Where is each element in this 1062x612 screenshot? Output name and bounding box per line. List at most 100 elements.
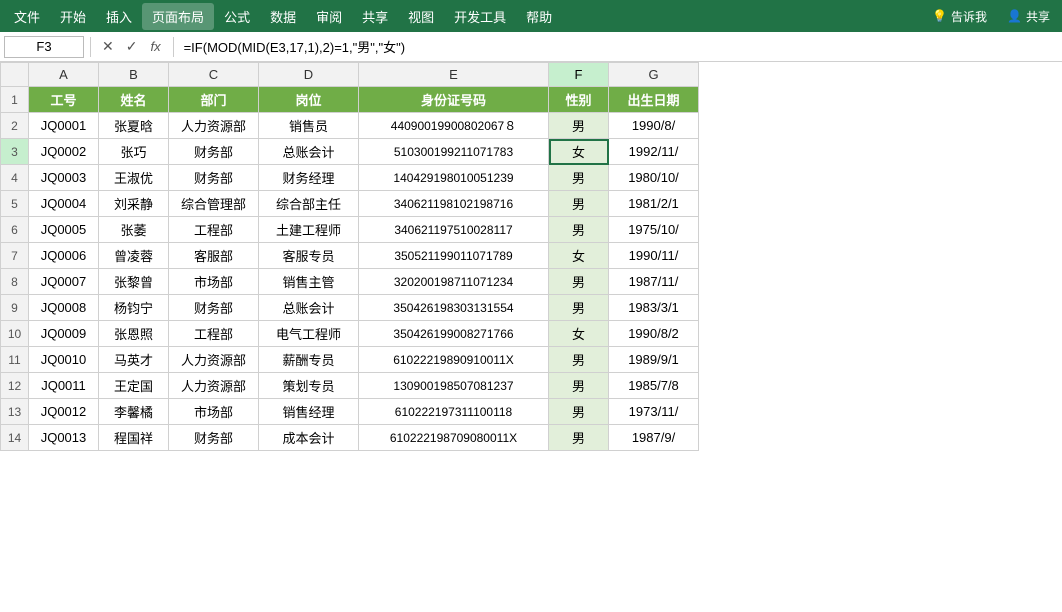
cell-F3[interactable]: 女 (549, 139, 609, 165)
cell-A11[interactable]: JQ0010 (29, 347, 99, 373)
cell-G3[interactable]: 1992/11/ (609, 139, 699, 165)
cell-F6[interactable]: 男 (549, 217, 609, 243)
cell-E3[interactable]: 510300199211071783 (359, 139, 549, 165)
cell-A5[interactable]: JQ0004 (29, 191, 99, 217)
cell-F12[interactable]: 男 (549, 373, 609, 399)
cell-D6[interactable]: 土建工程师 (259, 217, 359, 243)
cell-D14[interactable]: 成本会计 (259, 425, 359, 451)
cell-A7[interactable]: JQ0006 (29, 243, 99, 269)
cell-B8[interactable]: 张黎曾 (99, 269, 169, 295)
cell-F4[interactable]: 男 (549, 165, 609, 191)
cell-G11[interactable]: 1989/9/1 (609, 347, 699, 373)
header-cell-5[interactable]: 身份证号码 (359, 87, 549, 113)
cell-D12[interactable]: 策划专员 (259, 373, 359, 399)
cell-F10[interactable]: 女 (549, 321, 609, 347)
formula-input[interactable] (180, 36, 1058, 58)
header-cell-3[interactable]: 部门 (169, 87, 259, 113)
cell-A14[interactable]: JQ0013 (29, 425, 99, 451)
cell-reference-box[interactable]: F3 (4, 36, 84, 58)
col-header-D[interactable]: D (259, 63, 359, 87)
cell-D2[interactable]: 销售员 (259, 113, 359, 139)
cell-D7[interactable]: 客服专员 (259, 243, 359, 269)
header-cell-7[interactable]: 出生日期 (609, 87, 699, 113)
header-cell-6[interactable]: 性别 (549, 87, 609, 113)
cell-C2[interactable]: 人力资源部 (169, 113, 259, 139)
cell-F8[interactable]: 男 (549, 269, 609, 295)
cell-C6[interactable]: 工程部 (169, 217, 259, 243)
cell-A13[interactable]: JQ0012 (29, 399, 99, 425)
cell-C9[interactable]: 财务部 (169, 295, 259, 321)
cell-C5[interactable]: 综合管理部 (169, 191, 259, 217)
cell-G13[interactable]: 1973/11/ (609, 399, 699, 425)
cell-E12[interactable]: 130900198507081237 (359, 373, 549, 399)
share-button[interactable]: 👤 共享 (999, 5, 1058, 28)
menu-help[interactable]: 帮助 (516, 3, 562, 30)
menu-review[interactable]: 审阅 (306, 3, 352, 30)
cell-B9[interactable]: 杨钧宁 (99, 295, 169, 321)
cell-G7[interactable]: 1990/11/ (609, 243, 699, 269)
menu-formula[interactable]: 公式 (214, 3, 260, 30)
menu-data[interactable]: 数据 (260, 3, 306, 30)
cell-C13[interactable]: 市场部 (169, 399, 259, 425)
cell-E8[interactable]: 320200198711071234 (359, 269, 549, 295)
cell-G8[interactable]: 1987/11/ (609, 269, 699, 295)
cell-B7[interactable]: 曾凌蓉 (99, 243, 169, 269)
cell-E10[interactable]: 350426199008271766 (359, 321, 549, 347)
cell-F9[interactable]: 男 (549, 295, 609, 321)
cell-F14[interactable]: 男 (549, 425, 609, 451)
cell-B12[interactable]: 王定国 (99, 373, 169, 399)
col-header-F[interactable]: F (549, 63, 609, 87)
cell-A9[interactable]: JQ0008 (29, 295, 99, 321)
cell-E9[interactable]: 350426198303131554 (359, 295, 549, 321)
cell-A3[interactable]: JQ0002 (29, 139, 99, 165)
cancel-formula-icon[interactable]: ✕ (97, 36, 119, 57)
cell-D9[interactable]: 总账会计 (259, 295, 359, 321)
header-cell-1[interactable]: 工号 (29, 87, 99, 113)
cell-B5[interactable]: 刘采静 (99, 191, 169, 217)
cell-E11[interactable]: 61022219890910011X (359, 347, 549, 373)
cell-B11[interactable]: 马英才 (99, 347, 169, 373)
cell-G6[interactable]: 1975/10/ (609, 217, 699, 243)
cell-G2[interactable]: 1990/8/ (609, 113, 699, 139)
cell-B10[interactable]: 张恩照 (99, 321, 169, 347)
cell-G10[interactable]: 1990/8/2 (609, 321, 699, 347)
cell-E13[interactable]: 610222197311100118 (359, 399, 549, 425)
menu-share[interactable]: 共享 (352, 3, 398, 30)
col-header-C[interactable]: C (169, 63, 259, 87)
cell-D5[interactable]: 综合部主任 (259, 191, 359, 217)
cell-B3[interactable]: 张巧 (99, 139, 169, 165)
cell-B14[interactable]: 程国祥 (99, 425, 169, 451)
cell-G5[interactable]: 1981/2/1 (609, 191, 699, 217)
cell-B6[interactable]: 张萎 (99, 217, 169, 243)
cell-C10[interactable]: 工程部 (169, 321, 259, 347)
header-cell-4[interactable]: 岗位 (259, 87, 359, 113)
cell-D11[interactable]: 薪酬专员 (259, 347, 359, 373)
cell-D4[interactable]: 财务经理 (259, 165, 359, 191)
menu-insert[interactable]: 插入 (96, 3, 142, 30)
cell-D3[interactable]: 总账会计 (259, 139, 359, 165)
menu-home[interactable]: 开始 (50, 3, 96, 30)
col-header-B[interactable]: B (99, 63, 169, 87)
cell-A10[interactable]: JQ0009 (29, 321, 99, 347)
cell-C8[interactable]: 市场部 (169, 269, 259, 295)
cell-G14[interactable]: 1987/9/ (609, 425, 699, 451)
tell-me-button[interactable]: 💡 告诉我 (924, 5, 995, 28)
menu-file[interactable]: 文件 (4, 3, 50, 30)
cell-C11[interactable]: 人力资源部 (169, 347, 259, 373)
confirm-formula-icon[interactable]: ✓ (121, 36, 143, 57)
cell-F13[interactable]: 男 (549, 399, 609, 425)
col-header-E[interactable]: E (359, 63, 549, 87)
cell-A2[interactable]: JQ0001 (29, 113, 99, 139)
cell-E5[interactable]: 340621198102198716 (359, 191, 549, 217)
cell-E4[interactable]: 140429198010051239 (359, 165, 549, 191)
cell-B13[interactable]: 李馨橘 (99, 399, 169, 425)
cell-A6[interactable]: JQ0005 (29, 217, 99, 243)
cell-F11[interactable]: 男 (549, 347, 609, 373)
cell-F2[interactable]: 男 (549, 113, 609, 139)
col-header-G[interactable]: G (609, 63, 699, 87)
cell-A4[interactable]: JQ0003 (29, 165, 99, 191)
cell-E14[interactable]: 610222198709080011X (359, 425, 549, 451)
cell-D10[interactable]: 电气工程师 (259, 321, 359, 347)
cell-G9[interactable]: 1983/3/1 (609, 295, 699, 321)
cell-F5[interactable]: 男 (549, 191, 609, 217)
